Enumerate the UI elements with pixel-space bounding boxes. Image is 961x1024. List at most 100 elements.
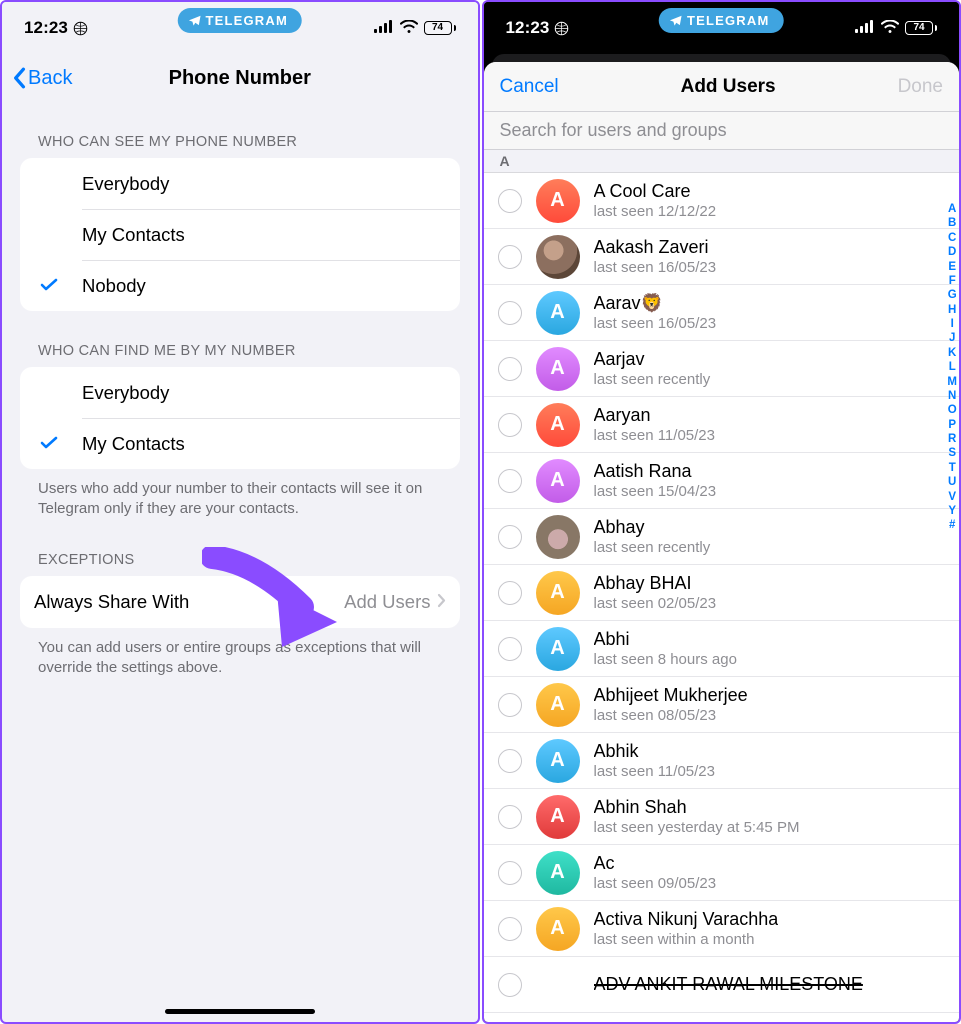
index-letter[interactable]: D (948, 245, 956, 259)
selection-radio[interactable] (498, 973, 522, 997)
index-letter[interactable]: B (948, 216, 956, 230)
selection-radio[interactable] (498, 469, 522, 493)
section-header-exceptions: EXCEPTIONS (2, 520, 478, 576)
selection-radio[interactable] (498, 693, 522, 717)
option-find-everybody[interactable]: Everybody (20, 367, 460, 418)
geolocation-icon (554, 21, 569, 36)
check-icon (40, 275, 58, 297)
done-button[interactable]: Done (898, 76, 943, 98)
index-letter[interactable]: H (948, 303, 956, 317)
contact-status: last seen yesterday at 5:45 PM (594, 819, 800, 836)
contact-status: last seen 8 hours ago (594, 651, 737, 668)
index-letter[interactable]: O (948, 403, 957, 417)
contact-status: last seen 15/04/23 (594, 483, 717, 500)
back-button[interactable]: Back (12, 67, 72, 90)
check-icon (40, 433, 58, 455)
avatar (536, 235, 580, 279)
index-letter[interactable]: R (948, 432, 956, 446)
contact-name: Abhik (594, 741, 715, 762)
avatar: A (536, 907, 580, 951)
selection-radio[interactable] (498, 189, 522, 213)
index-letter[interactable]: Y (948, 504, 956, 518)
contact-row[interactable]: AAbhijeet Mukherjeelast seen 08/05/23 (484, 677, 960, 733)
index-letter[interactable]: # (949, 518, 955, 532)
selection-radio[interactable] (498, 917, 522, 941)
contacts-list[interactable]: AA Cool Carelast seen 12/12/22Aakash Zav… (484, 173, 960, 1022)
contact-row[interactable]: AAbhiklast seen 11/05/23 (484, 733, 960, 789)
section-index-letter: A (484, 150, 960, 173)
selection-radio[interactable] (498, 301, 522, 325)
selection-radio[interactable] (498, 749, 522, 773)
see-options-card: Everybody My Contacts Nobody (20, 158, 460, 311)
contact-name: A Cool Care (594, 181, 717, 202)
contact-row[interactable]: AActiva Nikunj Varachhalast seen within … (484, 901, 960, 957)
pill-label: TELEGRAM (205, 13, 288, 28)
index-letter[interactable]: T (949, 461, 956, 475)
contact-name: Aaryan (594, 405, 715, 426)
contact-status: last seen 11/05/23 (594, 763, 715, 780)
index-letter[interactable]: A (948, 202, 956, 216)
selection-radio[interactable] (498, 245, 522, 269)
selection-radio[interactable] (498, 581, 522, 605)
index-letter[interactable]: F (949, 274, 956, 288)
status-time: 12:23 (506, 18, 550, 38)
contact-row[interactable]: Abhaylast seen recently (484, 509, 960, 565)
index-letter[interactable]: P (948, 418, 956, 432)
section-header-see: WHO CAN SEE MY PHONE NUMBER (2, 102, 478, 158)
index-letter[interactable]: G (948, 288, 957, 302)
contact-row[interactable]: AAarav🦁last seen 16/05/23 (484, 285, 960, 341)
status-bar: 12:23 TELEGRAM 74 (2, 2, 478, 54)
contact-row[interactable]: AAbhilast seen 8 hours ago (484, 621, 960, 677)
always-share-with-row[interactable]: Always Share With Add Users (20, 576, 460, 628)
telegram-pill[interactable]: TELEGRAM (659, 8, 784, 33)
selection-radio[interactable] (498, 637, 522, 661)
contact-status: last seen 16/05/23 (594, 259, 717, 276)
status-time: 12:23 (24, 18, 68, 38)
contact-row[interactable]: AAatish Ranalast seen 15/04/23 (484, 453, 960, 509)
contact-row[interactable]: AA Cool Carelast seen 12/12/22 (484, 173, 960, 229)
index-letter[interactable]: E (948, 260, 956, 274)
avatar: A (536, 179, 580, 223)
index-letter[interactable]: M (947, 375, 957, 389)
selection-radio[interactable] (498, 357, 522, 381)
selection-radio[interactable] (498, 413, 522, 437)
alphabet-index[interactable]: ABCDEFGHIJKLMNOPRSTUVY# (947, 202, 957, 533)
cellular-icon (374, 18, 394, 38)
option-my-contacts[interactable]: My Contacts (20, 209, 460, 260)
avatar: A (536, 627, 580, 671)
index-letter[interactable]: C (948, 231, 956, 245)
telegram-pill[interactable]: TELEGRAM (177, 8, 302, 33)
contact-name: Abhin Shah (594, 797, 800, 818)
contact-row[interactable]: AAclast seen 09/05/23 (484, 845, 960, 901)
avatar: A (536, 571, 580, 615)
contact-status: last seen 11/05/23 (594, 427, 715, 444)
contact-row[interactable]: AAaryanlast seen 11/05/23 (484, 397, 960, 453)
contact-row[interactable]: ADV ANKIT RAWAL MILESTONE (484, 957, 960, 1013)
index-letter[interactable]: J (949, 331, 955, 345)
contact-status: last seen recently (594, 371, 711, 388)
cellular-icon (855, 18, 875, 38)
index-letter[interactable]: U (948, 475, 956, 489)
contact-name: Activa Nikunj Varachha (594, 909, 779, 930)
selection-radio[interactable] (498, 525, 522, 549)
selection-radio[interactable] (498, 805, 522, 829)
selection-radio[interactable] (498, 861, 522, 885)
contact-status: last seen 16/05/23 (594, 315, 717, 332)
option-find-my-contacts[interactable]: My Contacts (20, 418, 460, 469)
index-letter[interactable]: I (951, 317, 954, 331)
contact-row[interactable]: AAbhay BHAIlast seen 02/05/23 (484, 565, 960, 621)
index-letter[interactable]: S (948, 446, 956, 460)
search-input[interactable]: Search for users and groups (484, 112, 960, 150)
nav-bar: Back Phone Number (2, 54, 478, 102)
index-letter[interactable]: K (948, 346, 956, 360)
cancel-button[interactable]: Cancel (500, 76, 559, 98)
index-letter[interactable]: L (949, 360, 956, 374)
option-nobody[interactable]: Nobody (20, 260, 460, 311)
home-indicator[interactable] (165, 1009, 315, 1014)
contact-row[interactable]: Aakash Zaverilast seen 16/05/23 (484, 229, 960, 285)
index-letter[interactable]: N (948, 389, 956, 403)
contact-row[interactable]: AAbhin Shahlast seen yesterday at 5:45 P… (484, 789, 960, 845)
contact-row[interactable]: AAarjavlast seen recently (484, 341, 960, 397)
option-everybody[interactable]: Everybody (20, 158, 460, 209)
index-letter[interactable]: V (948, 490, 956, 504)
